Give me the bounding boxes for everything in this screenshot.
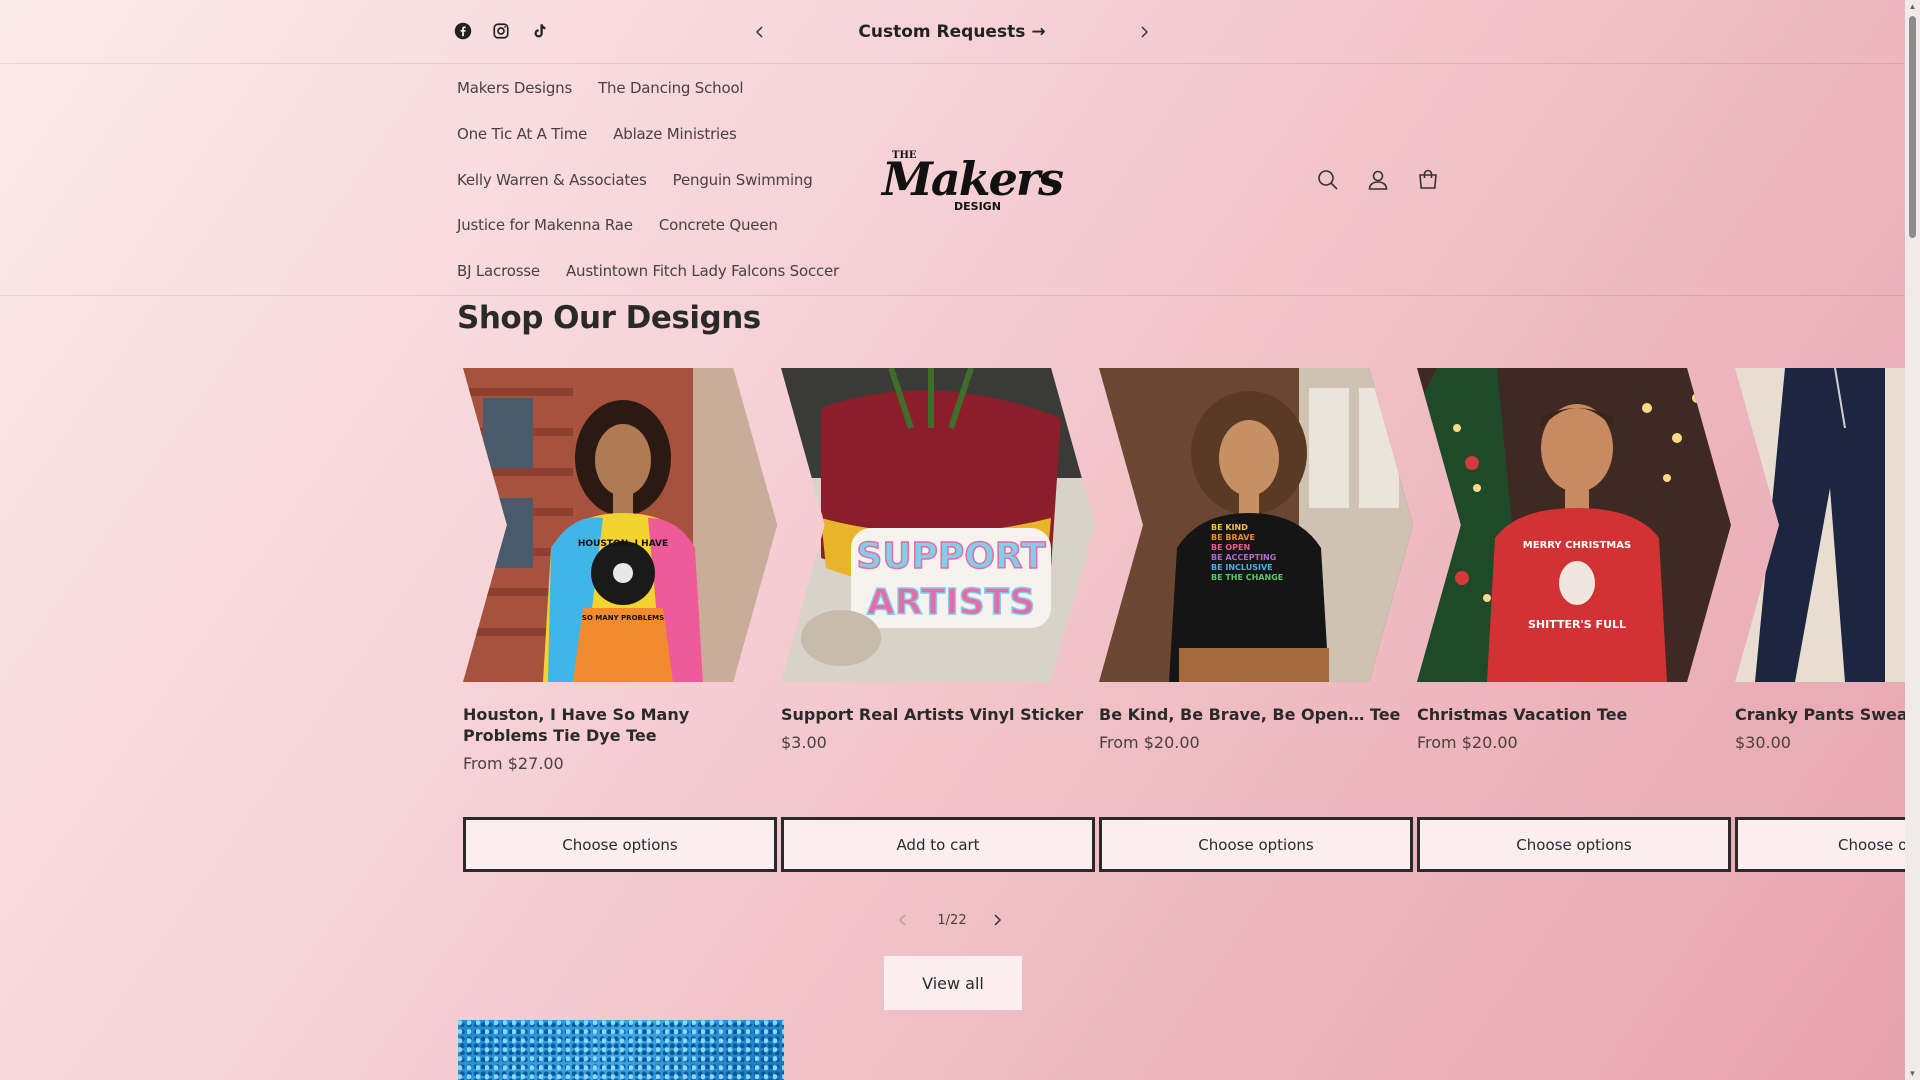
add-to-cart-button[interactable]: Add to cart bbox=[781, 817, 1095, 872]
product-image[interactable] bbox=[1735, 368, 1905, 682]
announcement-label: Custom Requests bbox=[858, 22, 1026, 42]
choose-options-button[interactable]: Choose options bbox=[1099, 817, 1413, 872]
account-icon[interactable] bbox=[1366, 168, 1390, 192]
scroll-down-icon[interactable]: ▼ bbox=[1908, 1069, 1917, 1078]
search-icon[interactable] bbox=[1316, 168, 1340, 192]
announcement-bar: Custom Requests → bbox=[0, 0, 1905, 64]
nav-row: BJ Lacrosse Austintown Fitch Lady Falcon… bbox=[457, 262, 839, 280]
product-image[interactable]: SUPPORT ARTISTS bbox=[781, 368, 1095, 682]
nav-link-bj-lacrosse[interactable]: BJ Lacrosse bbox=[457, 262, 540, 280]
nav-row: Kelly Warren & Associates Penguin Swimmi… bbox=[457, 171, 813, 189]
sticker-text-bottom: ARTISTS bbox=[867, 582, 1035, 623]
shirt-graphic-title: MERRY CHRISTMAS bbox=[1523, 540, 1631, 551]
nav-link-ablaze-ministries[interactable]: Ablaze Ministries bbox=[613, 125, 737, 143]
choose-options-button[interactable]: Choose options bbox=[463, 817, 777, 872]
slider-counter: 1/22 bbox=[937, 913, 967, 928]
social-links bbox=[454, 22, 548, 40]
logo-design: DESIGN bbox=[954, 200, 1001, 213]
nav-link-justice-for-makenna-rae[interactable]: Justice for Makenna Rae bbox=[457, 216, 633, 234]
product-price: From $20.00 bbox=[1099, 733, 1200, 752]
nav-link-one-tic-at-a-time[interactable]: One Tic At A Time bbox=[457, 125, 587, 143]
choose-options-button[interactable]: Choose options bbox=[1417, 817, 1731, 872]
chevron-right-icon bbox=[994, 914, 1002, 926]
product-price: $3.00 bbox=[781, 733, 827, 752]
product-title[interactable]: Houston, I Have So Many Problems Tie Dye… bbox=[463, 704, 777, 746]
product-image[interactable]: HOUSTON, I HAVE SO MANY PROBLEMS bbox=[463, 368, 777, 682]
chevron-left-icon bbox=[755, 26, 763, 38]
shirt-line-3: BE OPEN bbox=[1211, 543, 1250, 552]
nav-link-austintown-fitch[interactable]: Austintown Fitch Lady Falcons Soccer bbox=[566, 262, 839, 280]
product-slider: HOUSTON, I HAVE SO MANY PROBLEMS Houston… bbox=[463, 368, 1905, 878]
slider-next-button[interactable] bbox=[986, 909, 1008, 931]
sticker-text-top: SUPPORT bbox=[856, 536, 1046, 577]
collection-image[interactable] bbox=[458, 1020, 784, 1080]
nav-row: Justice for Makenna Rae Concrete Queen bbox=[457, 216, 778, 234]
product-card: Cranky Pants Sweat $30.00 Choose op bbox=[1735, 368, 1905, 872]
cart-icon[interactable] bbox=[1416, 168, 1440, 192]
facebook-icon[interactable] bbox=[454, 22, 472, 40]
shirt-graphic-title: HOUSTON, I HAVE bbox=[578, 539, 668, 549]
shirt-line-4: BE ACCEPTING bbox=[1211, 553, 1276, 562]
site-logo[interactable]: Makers THE DESIGN bbox=[876, 148, 1064, 218]
nav-link-makers-designs[interactable]: Makers Designs bbox=[457, 79, 572, 97]
shirt-graphic-sub: SHITTER'S FULL bbox=[1528, 618, 1626, 631]
custom-requests-link[interactable]: Custom Requests → bbox=[800, 22, 1104, 42]
site-header: Makers Designs The Dancing School One Ti… bbox=[0, 64, 1905, 296]
product-card: SUPPORT ARTISTS Support Real Artists Vin… bbox=[781, 368, 1095, 872]
logo-the: THE bbox=[892, 150, 917, 161]
product-card: BE KIND BE BRAVE BE OPEN BE ACCEPTING BE… bbox=[1099, 368, 1413, 872]
nav-row: Makers Designs The Dancing School bbox=[457, 79, 744, 97]
product-title[interactable]: Cranky Pants Sweat bbox=[1735, 704, 1905, 725]
shirt-line-5: BE INCLUSIVE bbox=[1211, 563, 1273, 572]
product-title[interactable]: Support Real Artists Vinyl Sticker bbox=[781, 704, 1095, 725]
nav-link-kelly-warren[interactable]: Kelly Warren & Associates bbox=[457, 171, 647, 189]
announcement-next-button[interactable] bbox=[1132, 20, 1156, 44]
shirt-line-6: BE THE CHANGE bbox=[1211, 573, 1283, 582]
product-image[interactable]: MERRY CHRISTMAS SHITTER'S FULL bbox=[1417, 368, 1731, 682]
product-title[interactable]: Be Kind, Be Brave, Be Open… Tee bbox=[1099, 704, 1413, 725]
page-scrollbar[interactable]: ▲ ▼ bbox=[1905, 0, 1920, 1080]
nav-link-penguin-swimming[interactable]: Penguin Swimming bbox=[673, 171, 813, 189]
tiktok-icon[interactable] bbox=[530, 22, 548, 40]
slider-pagination: 1/22 bbox=[892, 905, 1012, 935]
arrow-right-icon: → bbox=[1031, 22, 1046, 42]
product-price: From $27.00 bbox=[463, 754, 564, 773]
chevron-left-icon bbox=[898, 914, 906, 926]
shirt-line-1: BE KIND bbox=[1211, 523, 1248, 532]
product-price: $30.00 bbox=[1735, 733, 1791, 752]
product-card: HOUSTON, I HAVE SO MANY PROBLEMS Houston… bbox=[463, 368, 777, 872]
shirt-line-2: BE BRAVE bbox=[1211, 533, 1255, 542]
product-card: MERRY CHRISTMAS SHITTER'S FULL Christmas… bbox=[1417, 368, 1731, 872]
product-image[interactable]: BE KIND BE BRAVE BE OPEN BE ACCEPTING BE… bbox=[1099, 368, 1413, 682]
chevron-right-icon bbox=[1141, 26, 1149, 38]
section-title: Shop Our Designs bbox=[457, 300, 761, 336]
choose-options-button[interactable]: Choose op bbox=[1735, 817, 1905, 872]
nav-link-the-dancing-school[interactable]: The Dancing School bbox=[598, 79, 744, 97]
scroll-up-icon[interactable]: ▲ bbox=[1908, 2, 1917, 11]
product-price: From $20.00 bbox=[1417, 733, 1518, 752]
shirt-graphic-sub: SO MANY PROBLEMS bbox=[582, 614, 664, 622]
instagram-icon[interactable] bbox=[492, 22, 510, 40]
scrollbar-thumb[interactable] bbox=[1909, 16, 1916, 238]
announcement-prev-button[interactable] bbox=[748, 20, 772, 44]
product-title[interactable]: Christmas Vacation Tee bbox=[1417, 704, 1731, 725]
nav-link-concrete-queen[interactable]: Concrete Queen bbox=[659, 216, 778, 234]
nav-row: One Tic At A Time Ablaze Ministries bbox=[457, 125, 737, 143]
view-all-button[interactable]: View all bbox=[884, 956, 1022, 1010]
header-icons bbox=[1316, 168, 1440, 192]
slider-prev-button[interactable] bbox=[892, 909, 914, 931]
